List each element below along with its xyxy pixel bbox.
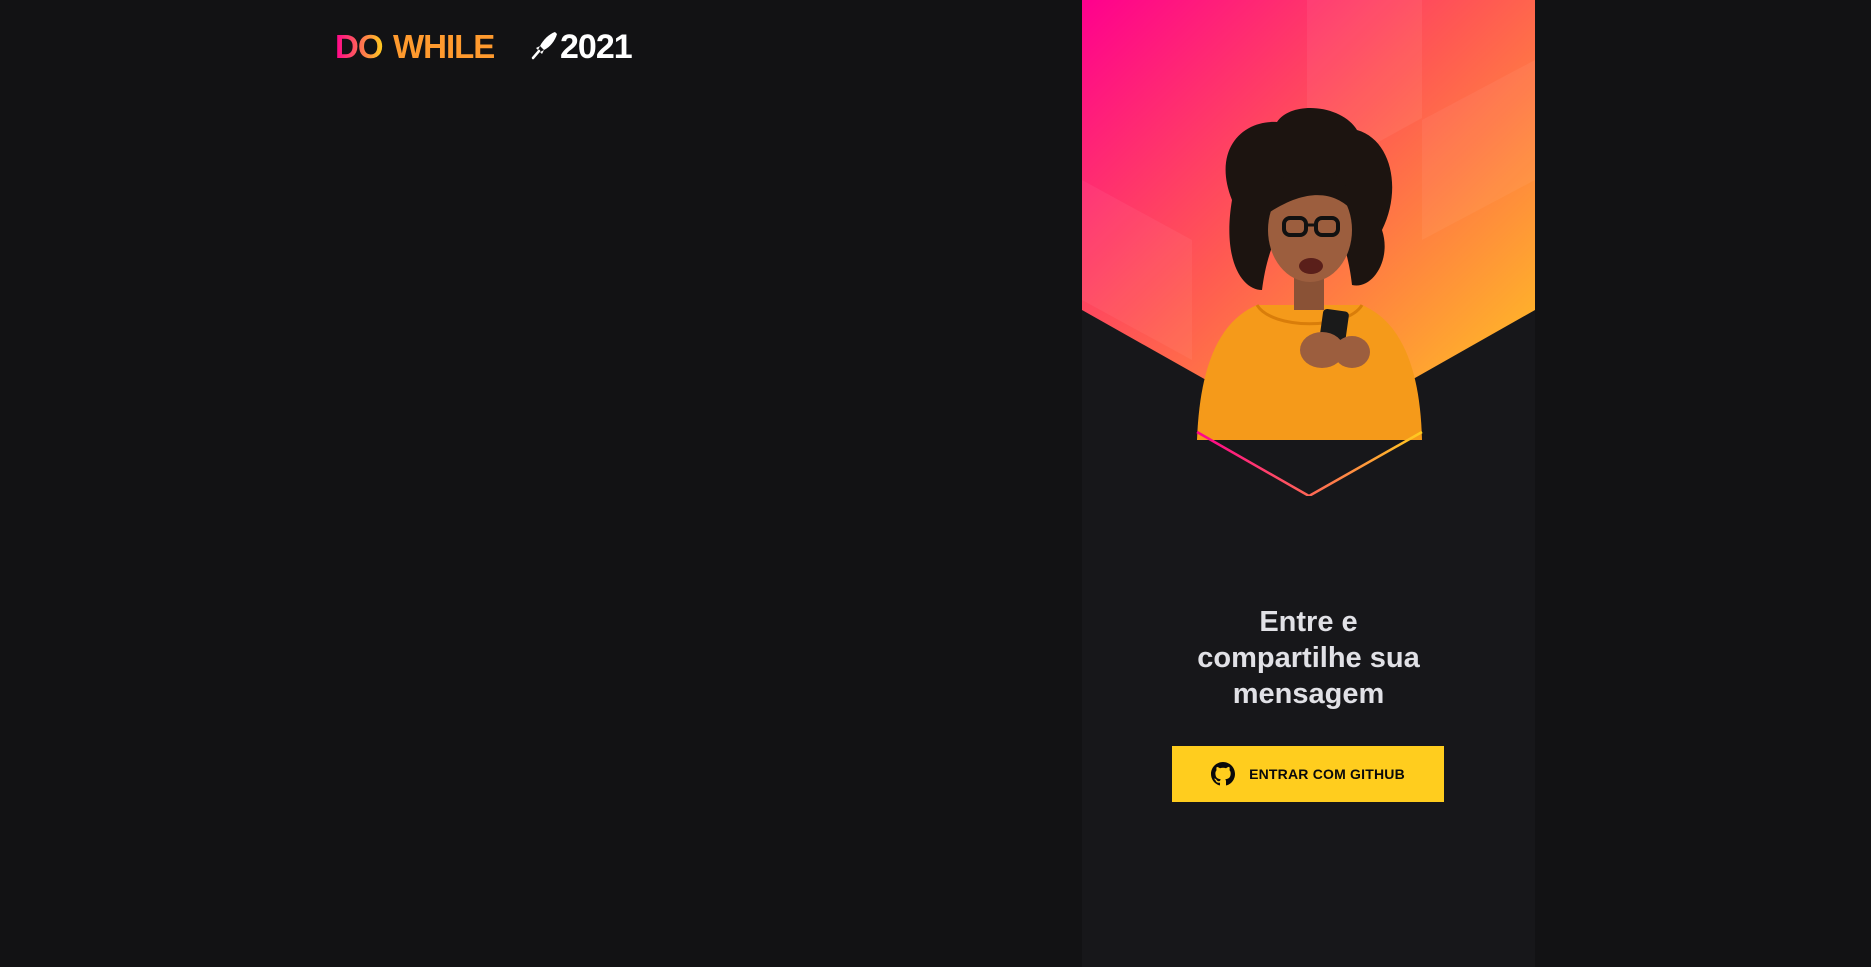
page: DO WHILE 2021 Entre e compartilhe sua me… <box>0 0 1871 967</box>
github-icon <box>1211 762 1236 786</box>
logo-while-text: WHILE <box>393 28 494 62</box>
logo-do-text: DO <box>335 28 383 62</box>
banner-graphic <box>1082 0 1535 496</box>
banner-hexagon <box>1082 0 1535 496</box>
github-login-button[interactable]: ENTRAR COM GITHUB <box>1172 746 1444 802</box>
login-panel: Entre e compartilhe sua mensagem ENTRAR … <box>1082 0 1535 967</box>
dowhile-logo: DO WHILE 2021 <box>335 28 665 62</box>
rocket-icon <box>531 32 557 60</box>
dowhile-logo-graphic: DO WHILE 2021 <box>335 28 633 62</box>
logo-year-text: 2021 <box>560 28 632 62</box>
login-title: Entre e compartilhe sua mensagem <box>1082 604 1535 712</box>
github-login-button-label: ENTRAR COM GITHUB <box>1249 766 1405 782</box>
login-title-text: Entre e compartilhe sua mensagem <box>1197 606 1420 710</box>
